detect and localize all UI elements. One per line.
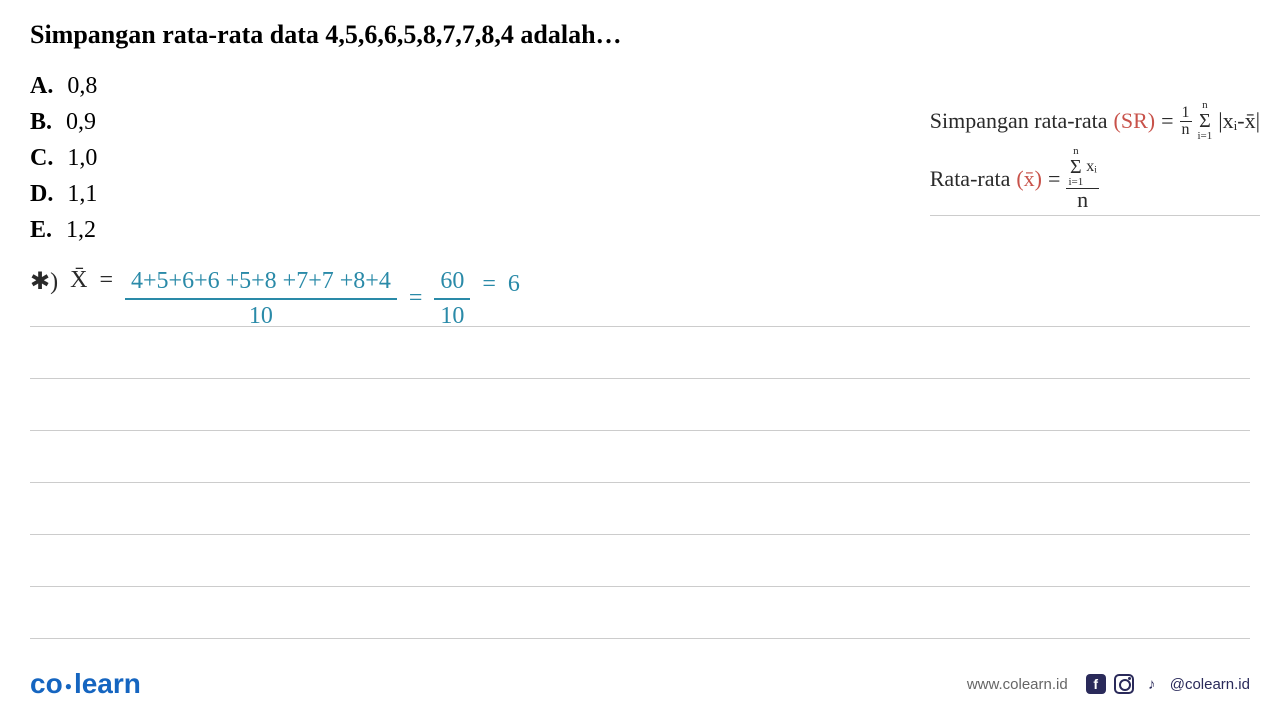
logo-right: learn bbox=[74, 668, 141, 699]
logo-dot-icon: ● bbox=[65, 679, 72, 693]
tiktok-icon: ♪ bbox=[1142, 674, 1162, 694]
ruled-line bbox=[30, 587, 1250, 639]
calculation-row: ✱) X̄ = 4+5+6+6 +5+8 +7+7 +8+4 10 = 60 1… bbox=[30, 267, 520, 331]
formula-mean: Rata-rata (x̄) = n Σ i=1 xᵢ n bbox=[930, 146, 1260, 216]
mean-symbol: (x̄) bbox=[1016, 166, 1042, 192]
ruled-line bbox=[30, 431, 1250, 483]
logo-left: co bbox=[30, 668, 63, 699]
option-letter: D. bbox=[30, 176, 53, 212]
result-fraction: 60 10 bbox=[434, 267, 470, 331]
equals-sign: = bbox=[482, 271, 496, 298]
social-handle: @colearn.id bbox=[1170, 676, 1250, 693]
instagram-icon bbox=[1114, 674, 1134, 694]
sigma-symbol: Σ bbox=[1070, 157, 1082, 177]
lined-work-area: ✱) X̄ = 4+5+6+6 +5+8 +7+7 +8+4 10 = 60 1… bbox=[30, 275, 1250, 639]
option-a: A. 0,8 bbox=[30, 68, 1250, 104]
ruled-line bbox=[30, 327, 1250, 379]
equals-sign: = bbox=[99, 267, 113, 294]
sr-label: Simpangan rata-rata bbox=[930, 108, 1108, 134]
option-value: 0,8 bbox=[67, 68, 97, 104]
xi: xᵢ bbox=[1086, 159, 1097, 175]
formula-box: Simpangan rata-rata (SR) = 1 n n Σ i=1 |… bbox=[930, 100, 1260, 220]
option-letter: B. bbox=[30, 104, 52, 140]
ruled-line bbox=[30, 379, 1250, 431]
xbar-symbol: X̄ bbox=[70, 267, 87, 294]
option-value: 1,0 bbox=[67, 140, 97, 176]
frac-den: n bbox=[1075, 189, 1090, 211]
brand-logo: co●learn bbox=[30, 668, 141, 700]
formula-sr: Simpangan rata-rata (SR) = 1 n n Σ i=1 |… bbox=[930, 100, 1260, 142]
result-num: 60 bbox=[434, 267, 470, 300]
footer-url: www.colearn.id bbox=[967, 676, 1068, 693]
ruled-line: ✱) X̄ = 4+5+6+6 +5+8 +7+7 +8+4 10 = 60 1… bbox=[30, 275, 1250, 327]
frac-num: n Σ i=1 xᵢ bbox=[1066, 146, 1098, 189]
sum-denominator: 10 bbox=[249, 300, 273, 331]
footer: co●learn www.colearn.id f ♪ @colearn.id bbox=[0, 668, 1280, 700]
sigma-icon: n Σ i=1 bbox=[1068, 146, 1083, 188]
facebook-icon: f bbox=[1086, 674, 1106, 694]
sigma-symbol: Σ bbox=[1199, 111, 1211, 131]
option-value: 1,2 bbox=[66, 212, 96, 248]
abs-expression: |xᵢ-x̄| bbox=[1218, 108, 1260, 134]
option-letter: C. bbox=[30, 140, 53, 176]
question-text: Simpangan rata-rata data 4,5,6,6,5,8,7,7… bbox=[30, 20, 1250, 50]
option-value: 0,9 bbox=[66, 104, 96, 140]
option-value: 1,1 bbox=[67, 176, 97, 212]
equals-sign: = bbox=[409, 285, 423, 312]
sr-symbol: (SR) bbox=[1114, 108, 1156, 134]
sum-numerator: 4+5+6+6 +5+8 +7+7 +8+4 bbox=[125, 267, 397, 300]
marker: ✱) bbox=[30, 267, 58, 296]
fraction-sigma-n: n Σ i=1 xᵢ n bbox=[1066, 146, 1098, 211]
equals-sign: = bbox=[1048, 166, 1060, 192]
ruled-line bbox=[30, 483, 1250, 535]
footer-right: www.colearn.id f ♪ @colearn.id bbox=[967, 674, 1250, 694]
frac-num: 1 bbox=[1180, 105, 1192, 122]
option-letter: A. bbox=[30, 68, 53, 104]
social-icons: f ♪ @colearn.id bbox=[1086, 674, 1250, 694]
fraction-1-n: 1 n bbox=[1180, 105, 1192, 138]
equals-sign: = bbox=[1161, 108, 1173, 134]
sum-fraction: 4+5+6+6 +5+8 +7+7 +8+4 10 bbox=[125, 267, 397, 331]
mean-label: Rata-rata bbox=[930, 166, 1011, 192]
ruled-line bbox=[30, 535, 1250, 587]
option-letter: E. bbox=[30, 212, 52, 248]
final-result: 6 bbox=[508, 271, 520, 298]
sigma-bottom: i=1 bbox=[1198, 131, 1213, 142]
result-den: 10 bbox=[440, 300, 464, 331]
frac-den: n bbox=[1180, 122, 1192, 138]
sigma-icon: n Σ i=1 bbox=[1198, 100, 1213, 142]
